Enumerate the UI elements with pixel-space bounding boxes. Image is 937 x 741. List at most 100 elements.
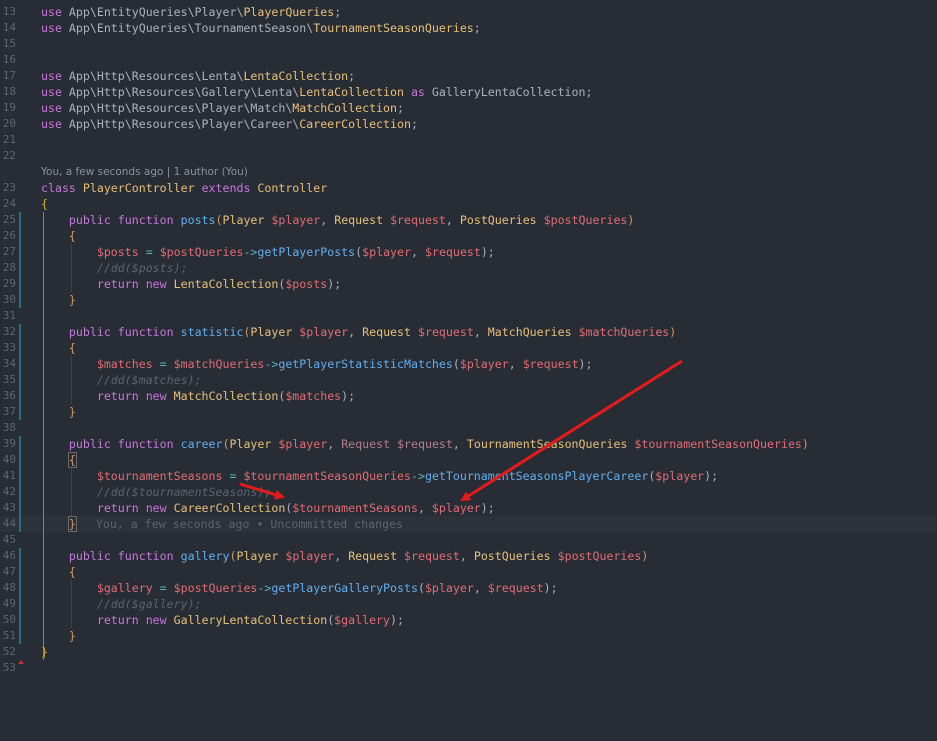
git-modified-marker[interactable] [19,596,21,612]
code-line[interactable]: 31 [0,308,937,324]
code-line[interactable]: 33 { [0,340,937,356]
line-number[interactable]: 23 [0,180,16,196]
git-modified-marker[interactable] [19,468,21,484]
code-line[interactable]: 36 return new MatchCollection($matches); [0,388,937,404]
line-number[interactable]: 27 [0,244,16,260]
line-number[interactable]: 33 [0,340,16,356]
line-number[interactable]: 49 [0,596,16,612]
git-modified-marker[interactable] [19,564,21,580]
git-modified-marker[interactable] [19,436,21,452]
line-number[interactable]: 16 [0,52,16,68]
code-line[interactable]: 51 } [0,628,937,644]
git-modified-marker[interactable] [19,388,21,404]
code-line[interactable]: 28 //dd($posts); [0,260,937,276]
code-line[interactable]: 42 //dd($tournamentSeasons); [0,484,937,500]
code-line[interactable]: 15 [0,36,937,52]
line-number[interactable]: 53 [0,660,16,676]
line-number[interactable]: 26 [0,228,16,244]
git-modified-marker[interactable] [19,612,21,628]
git-modified-marker[interactable] [19,324,21,340]
git-modified-marker[interactable] [19,580,21,596]
code-line[interactable]: 25 public function posts(Player $player,… [0,212,937,228]
code-line[interactable]: 18 use App\Http\Resources\Gallery\Lenta\L… [0,84,937,100]
line-number[interactable]: 34 [0,356,16,372]
line-number[interactable]: 36 [0,388,16,404]
line-number[interactable]: 30 [0,292,16,308]
code-line[interactable]: 41 $tournamentSeasons = $tournamentSeaso… [0,468,937,484]
code-line[interactable]: 20 use App\Http\Resources\Player\Career\C… [0,116,937,132]
line-number[interactable]: 14 [0,20,16,36]
code-line[interactable]: 43 return new CareerCollection($tourname… [0,500,937,516]
code-line[interactable]: 34 $matches = $matchQueries->getPlayerSt… [0,356,937,372]
code-line[interactable]: 27 $posts = $postQueries->getPlayerPosts… [0,244,937,260]
line-number[interactable]: 46 [0,548,16,564]
code-line[interactable]: 35 //dd($matches); [0,372,937,388]
git-modified-marker[interactable] [19,628,21,644]
code-line[interactable]: 30 } [0,292,937,308]
line-number[interactable]: 28 [0,260,16,276]
code-line[interactable]: 38 [0,420,937,436]
line-number[interactable]: 42 [0,484,16,500]
code-line[interactable]: 40 { [0,452,937,468]
line-number[interactable]: 22 [0,148,16,164]
code-line[interactable]: 17 use App\Http\Resources\Lenta\LentaColl… [0,68,937,84]
git-modified-marker[interactable] [19,356,21,372]
code-line[interactable]: 22 [0,148,937,164]
git-modified-marker[interactable] [19,372,21,388]
code-line[interactable]: 53 [0,660,937,676]
line-number[interactable]: 32 [0,324,16,340]
line-number[interactable]: 44 [0,516,16,532]
git-modified-marker[interactable] [19,404,21,420]
git-modified-marker[interactable] [19,340,21,356]
line-number[interactable]: 38 [0,420,16,436]
code-line[interactable]: 37 } [0,404,937,420]
line-number[interactable]: 25 [0,212,16,228]
line-number[interactable]: 37 [0,404,16,420]
git-modified-marker[interactable] [19,500,21,516]
git-modified-marker[interactable] [19,548,21,564]
line-number[interactable]: 40 [0,452,16,468]
line-number[interactable]: 21 [0,132,16,148]
code-line[interactable]: 26 { [0,228,937,244]
line-number[interactable]: 48 [0,580,16,596]
line-number[interactable]: 51 [0,628,16,644]
line-number[interactable]: 13 [0,4,16,20]
code-line[interactable]: 49 //dd($gallery); [0,596,937,612]
line-number[interactable]: 45 [0,532,16,548]
code-line[interactable]: 39 public function career(Player $player… [0,436,937,452]
git-modified-marker[interactable] [19,244,21,260]
line-number[interactable]: 31 [0,308,16,324]
code-line[interactable]: 47 { [0,564,937,580]
line-number[interactable]: 39 [0,436,16,452]
code-line[interactable]: 48 $gallery = $postQueries->getPlayerGal… [0,580,937,596]
codelens-blame-header[interactable]: You, a few seconds ago | 1 author (You) [41,166,248,178]
line-number[interactable]: 20 [0,116,16,132]
git-modified-marker[interactable] [19,212,21,228]
code-line[interactable]: 44 } You, a few seconds ago • Uncommitted… [0,516,937,532]
code-line[interactable]: 50 return new GalleryLentaCollection($ga… [0,612,937,628]
git-modified-marker[interactable] [19,516,21,532]
code-editor[interactable]: 13 use App\EntityQueries\Player\PlayerQue… [0,0,937,741]
git-modified-marker[interactable] [19,484,21,500]
line-number[interactable]: 15 [0,36,16,52]
code-line[interactable]: 29 return new LentaCollection($posts); [0,276,937,292]
git-modified-marker[interactable] [19,276,21,292]
code-line[interactable]: 46 public function gallery(Player $playe… [0,548,937,564]
line-number[interactable]: 18 [0,84,16,100]
git-modified-marker[interactable] [19,292,21,308]
git-modified-marker[interactable] [19,260,21,276]
line-number[interactable]: 17 [0,68,16,84]
git-modified-marker[interactable] [19,452,21,468]
code-line[interactable]: 32 public function statistic(Player $pla… [0,324,937,340]
line-number[interactable]: 47 [0,564,16,580]
code-line[interactable]: 14 use App\EntityQueries\TournamentSeason… [0,20,937,36]
line-number[interactable]: 50 [0,612,16,628]
line-number[interactable]: 19 [0,100,16,116]
line-number[interactable]: 24 [0,196,16,212]
code-line[interactable]: 23 class PlayerController extends Control… [0,180,937,196]
code-line[interactable]: 24 { [0,196,937,212]
code-line[interactable]: 13 use App\EntityQueries\Player\PlayerQue… [0,4,937,20]
line-number[interactable]: 41 [0,468,16,484]
code-line[interactable]: 52} [0,644,937,664]
code-line[interactable]: 16 [0,52,937,68]
